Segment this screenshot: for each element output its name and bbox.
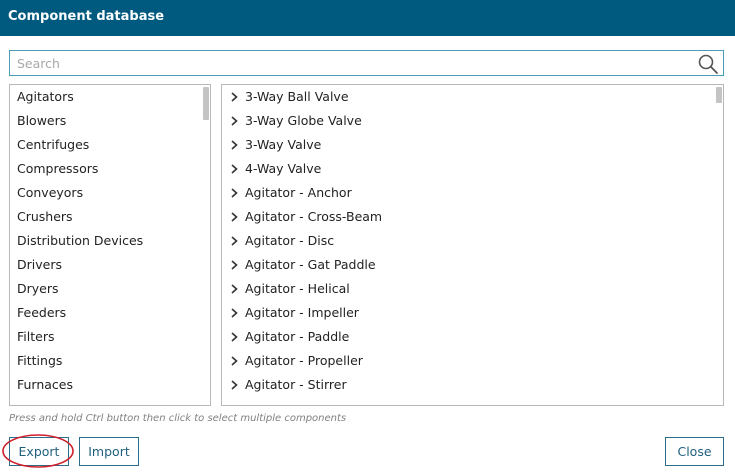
component-item[interactable]: Agitator - Cross-Beam [222,205,723,229]
category-item[interactable]: Feeders [10,301,210,325]
component-item[interactable]: Agitator - Helical [222,277,723,301]
close-button[interactable]: Close [665,437,724,466]
component-label: Agitator - Stirrer [245,377,347,392]
chevron-right-icon[interactable] [230,259,239,271]
category-item[interactable]: Furnaces [10,373,210,397]
component-item[interactable]: 3-Way Ball Valve [222,85,723,109]
component-item[interactable]: Agitator - Gat Paddle [222,253,723,277]
import-button[interactable]: Import [79,437,139,466]
category-item[interactable]: Compressors [10,157,210,181]
chevron-right-icon[interactable] [230,139,239,151]
component-list: 3-Way Ball Valve 3-Way Globe Valve 3-Way V… [222,85,723,397]
category-item[interactable]: Crushers [10,205,210,229]
component-list-scrollbar[interactable] [716,87,722,103]
component-list-panel[interactable]: 3-Way Ball Valve 3-Way Globe Valve 3-Way V… [221,84,724,406]
component-item[interactable]: 3-Way Globe Valve [222,109,723,133]
chevron-right-icon[interactable] [230,187,239,199]
component-label: Agitator - Cross-Beam [245,209,383,224]
dialog-title: Component database [8,9,165,24]
chevron-right-icon[interactable] [230,163,239,175]
category-item[interactable]: Dryers [10,277,210,301]
component-item[interactable]: Agitator - Impeller [222,301,723,325]
component-label: Agitator - Paddle [245,329,350,344]
chevron-right-icon[interactable] [230,355,239,367]
dialog-titlebar: Component database [0,0,735,36]
component-label: 3-Way Valve [245,137,322,152]
category-item[interactable]: Conveyors [10,181,210,205]
component-item[interactable]: Agitator - Propeller [222,349,723,373]
chevron-right-icon[interactable] [230,91,239,103]
search-box [9,50,724,76]
chevron-right-icon[interactable] [230,307,239,319]
category-item[interactable]: Agitators [10,85,210,109]
chevron-right-icon[interactable] [230,115,239,127]
component-label: 3-Way Globe Valve [245,113,362,128]
component-label: Agitator - Helical [245,281,350,296]
component-label: Agitator - Gat Paddle [245,257,376,272]
chevron-right-icon[interactable] [230,235,239,247]
component-item[interactable]: 3-Way Valve [222,133,723,157]
multi-select-hint: Press and hold Ctrl button then click to… [9,413,347,424]
component-item[interactable]: Agitator - Disc [222,229,723,253]
chevron-right-icon[interactable] [230,379,239,391]
component-label: Agitator - Anchor [245,185,352,200]
component-item[interactable]: Agitator - Stirrer [222,373,723,397]
chevron-right-icon[interactable] [230,211,239,223]
category-item[interactable]: Drivers [10,253,210,277]
category-item[interactable]: Filters [10,325,210,349]
category-item[interactable]: Blowers [10,109,210,133]
component-label: 4-Way Valve [245,161,322,176]
component-label: Agitator - Impeller [245,305,359,320]
search-input[interactable] [10,51,690,75]
component-label: Agitator - Disc [245,233,335,248]
category-item[interactable]: Distribution Devices [10,229,210,253]
chevron-right-icon[interactable] [230,331,239,343]
category-item[interactable]: Fittings [10,349,210,373]
search-icon[interactable] [697,53,719,75]
category-list-scrollbar[interactable] [203,87,209,120]
component-item[interactable]: Agitator - Paddle [222,325,723,349]
category-list-panel[interactable]: Agitators Blowers Centrifuges Compressors Co… [9,84,211,406]
category-list: Agitators Blowers Centrifuges Compressors Co… [10,85,210,397]
export-button[interactable]: Export [9,437,69,466]
component-label: Agitator - Propeller [245,353,363,368]
chevron-right-icon[interactable] [230,283,239,295]
component-item[interactable]: 4-Way Valve [222,157,723,181]
component-item[interactable]: Agitator - Anchor [222,181,723,205]
category-item[interactable]: Centrifuges [10,133,210,157]
component-label: 3-Way Ball Valve [245,89,349,104]
